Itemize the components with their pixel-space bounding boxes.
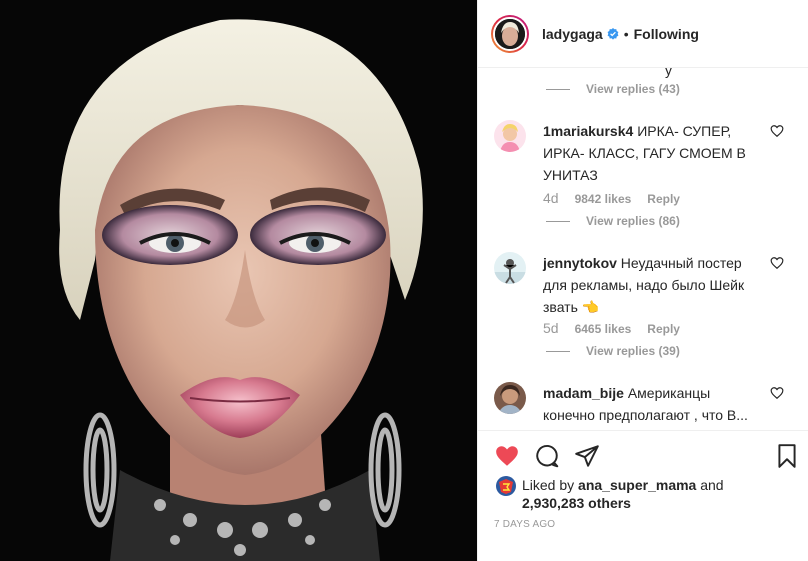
liked-by-joiner: and (700, 477, 724, 493)
post-photo[interactable] (0, 0, 477, 561)
portrait-illustration (0, 0, 477, 561)
comment-like-heart-icon[interactable] (770, 386, 784, 400)
view-replies-label: View replies (39) (586, 344, 680, 358)
view-replies-link[interactable]: View replies (39) (546, 344, 680, 358)
comment-icon[interactable] (534, 443, 560, 469)
following-button[interactable]: Following (634, 26, 699, 42)
verified-badge-icon (607, 27, 619, 40)
post-timestamp[interactable]: 7 DAYS AGO (494, 519, 555, 530)
likes-count[interactable]: 2,930,283 others (522, 495, 631, 511)
liker-username[interactable]: ana_super_mama (578, 477, 696, 493)
profile-avatar[interactable] (491, 14, 529, 53)
replies-line (546, 350, 570, 352)
comment-age: 5d (543, 320, 559, 336)
comment-text: madam_bije Американцы конечно предполага… (543, 382, 756, 430)
comment-meta: 5d 6465 likes Reply (543, 320, 680, 336)
comment-username[interactable]: madam_bije (543, 385, 624, 401)
share-icon[interactable] (574, 443, 600, 469)
comment-meta: 4d 9842 likes Reply (543, 190, 680, 206)
comment-age: 4d (543, 190, 559, 206)
comment-avatar[interactable] (494, 252, 526, 284)
post-author-username[interactable]: ladygaga (542, 26, 603, 42)
comment-text-fragment: у (665, 68, 672, 78)
comments-list[interactable]: у View replies (43) 1mariakursk4 ИРКА- С… (478, 68, 808, 430)
replies-line (546, 88, 570, 90)
post-side-panel: ladygaga • Following у View replies (43) (477, 0, 808, 561)
liker-avatar[interactable] (496, 476, 516, 496)
comment-reply-button[interactable]: Reply (647, 320, 680, 336)
comment-avatar[interactable] (494, 382, 526, 414)
replies-line (546, 220, 570, 222)
liked-by-prefix: Liked by (522, 477, 575, 493)
view-replies-link[interactable]: View replies (43) (546, 82, 680, 96)
heart-filled-icon[interactable] (494, 443, 520, 469)
comment-like-heart-icon[interactable] (770, 256, 784, 270)
comment-username[interactable]: jennytokov (543, 255, 617, 271)
post-header: ladygaga • Following (478, 0, 808, 68)
bookmark-icon[interactable] (774, 443, 800, 469)
post-actions-bar (478, 430, 808, 480)
comment-like-heart-icon[interactable] (770, 124, 784, 138)
comment-username[interactable]: 1mariakursk4 (543, 123, 633, 139)
header-separator: • (623, 25, 629, 42)
comment-reply-button[interactable]: Reply (647, 190, 680, 206)
comment-text: 1mariakursk4 ИРКА- СУПЕР, ИРКА- КЛАСС, Г… (543, 120, 756, 186)
comment-avatar[interactable] (494, 120, 526, 152)
view-replies-link[interactable]: View replies (86) (546, 214, 680, 228)
view-replies-label: View replies (86) (586, 214, 680, 228)
view-replies-label: View replies (43) (586, 82, 680, 96)
comment-likes-count[interactable]: 9842 likes (575, 190, 632, 206)
comment-likes-count[interactable]: 6465 likes (575, 320, 632, 336)
comment-text: jennytokov Неудачный постер для рекламы,… (543, 252, 756, 318)
